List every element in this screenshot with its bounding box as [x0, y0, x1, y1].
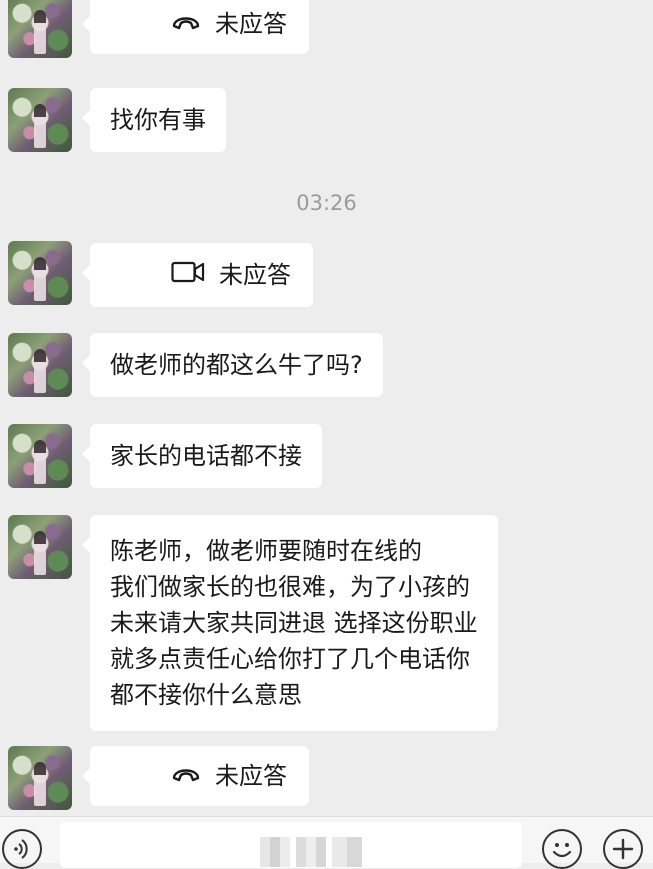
message-timestamp: 03:26: [296, 191, 357, 215]
text-message-bubble[interactable]: 做老师的都这么牛了吗?: [82, 333, 383, 397]
plus-icon[interactable]: [603, 829, 643, 869]
emoji-icon[interactable]: [542, 829, 582, 869]
missed-voice-call-bubble[interactable]: 未应答: [81, 746, 310, 806]
chat-area: 未应答 找你有事 03:26 未应答 做老师的都这么牛了吗? 家长的电话都不接 …: [0, 0, 653, 816]
phone-hangup-icon: [110, 719, 201, 816]
blurred-text: [260, 837, 290, 867]
missed-voice-call-bubble[interactable]: 未应答: [81, 0, 310, 54]
blurred-text: [332, 837, 362, 867]
voice-input-icon[interactable]: [2, 829, 42, 869]
avatar[interactable]: [8, 241, 72, 305]
avatar[interactable]: [8, 746, 72, 810]
text-message-bubble[interactable]: 找你有事: [82, 88, 226, 152]
phone-hangup-icon: [110, 0, 201, 81]
avatar[interactable]: [8, 333, 72, 397]
avatar[interactable]: [8, 0, 72, 58]
video-camera-icon: [110, 215, 205, 335]
call-status-label: 未应答: [219, 261, 292, 289]
blurred-text: [296, 837, 326, 867]
avatar[interactable]: [8, 424, 72, 488]
call-status-label: 未应答: [215, 762, 288, 790]
input-bar: [0, 816, 653, 869]
avatar[interactable]: [8, 88, 72, 152]
text-message-bubble[interactable]: 家长的电话都不接: [82, 424, 322, 488]
avatar[interactable]: [8, 515, 72, 579]
message-input[interactable]: [60, 822, 522, 868]
missed-video-call-bubble[interactable]: 未应答: [81, 243, 314, 307]
text-message-bubble[interactable]: 陈老师，做老师要随时在线的 我们做家长的也很难，为了小孩的 未来请大家共同进退 …: [82, 515, 498, 731]
call-status-label: 未应答: [215, 10, 288, 38]
